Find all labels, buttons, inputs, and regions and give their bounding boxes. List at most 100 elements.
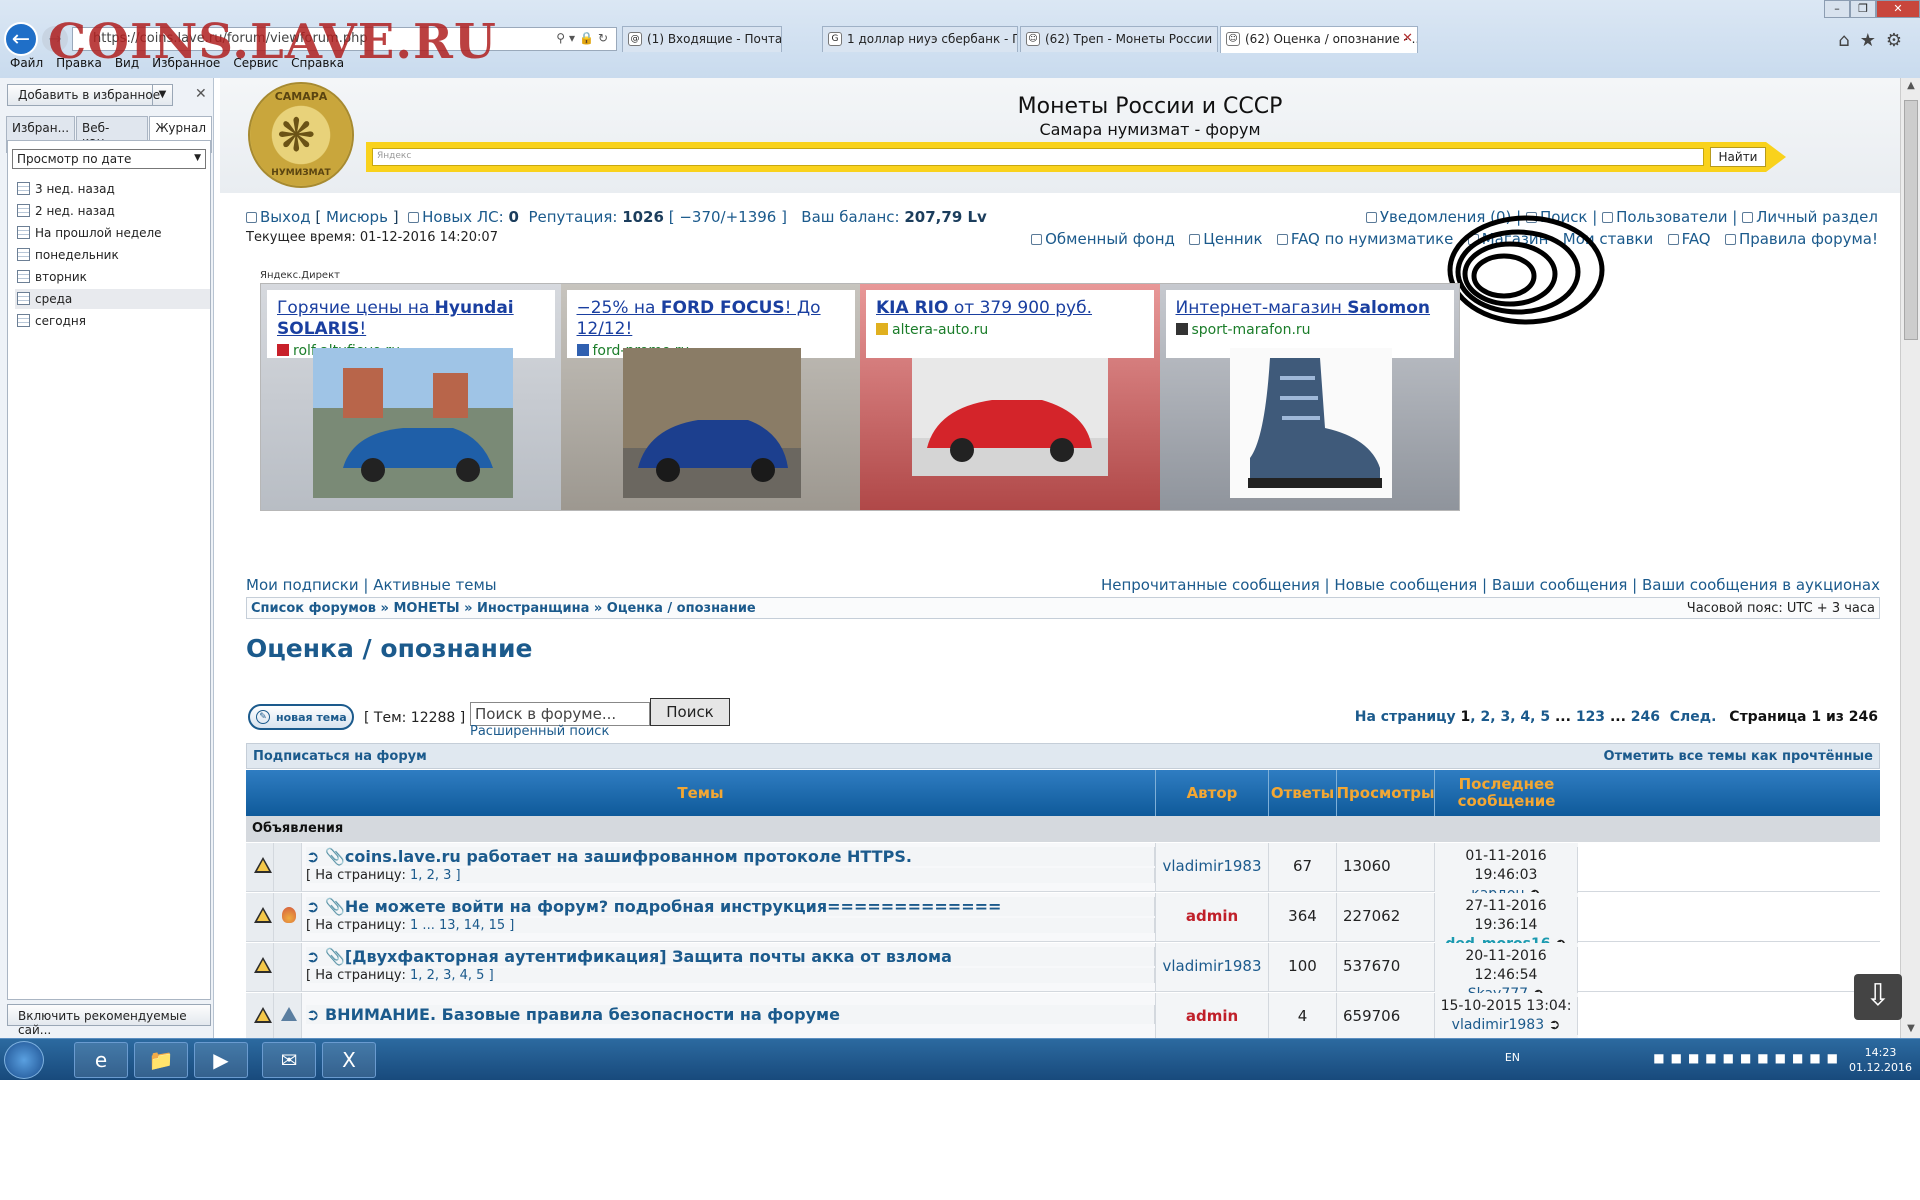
- topic-title[interactable]: ➲ ВНИМАНИЕ. Базовые правила безопасности…: [306, 1005, 1155, 1024]
- rules-link[interactable]: Правила форума!: [1739, 230, 1878, 248]
- users-link[interactable]: Пользователи: [1616, 208, 1727, 226]
- new-posts-link[interactable]: Новые сообщения: [1334, 576, 1477, 594]
- scroll-thumb[interactable]: [1904, 100, 1918, 340]
- history-item[interactable]: сегодня: [15, 311, 210, 331]
- page-link[interactable]: 5: [1540, 709, 1550, 725]
- topic-title[interactable]: ➲ 📎coins.lave.ru работает на зашифрованн…: [306, 847, 1155, 866]
- gear-icon[interactable]: ⚙: [1886, 30, 1912, 51]
- breadcrumb-item[interactable]: Оценка / опознание: [607, 601, 756, 616]
- chevron-down-icon[interactable]: ▼: [152, 85, 172, 105]
- scroll-up-icon[interactable]: ▲: [1901, 80, 1920, 91]
- minimize-icon[interactable]: –: [1824, 0, 1850, 18]
- add-to-favorites-button[interactable]: Добавить в избранное ▼: [7, 84, 173, 106]
- goto-new-icon[interactable]: ➲: [306, 847, 319, 866]
- home-icon[interactable]: ⌂: [1838, 30, 1859, 51]
- ad-title[interactable]: Интернет-магазин Salomon: [1176, 298, 1444, 319]
- address-tools-icon[interactable]: ⚲▾🔒↻: [556, 31, 612, 45]
- history-view-select[interactable]: Просмотр по дате ▼: [12, 149, 206, 169]
- new-pm-link[interactable]: Новых ЛС:: [422, 208, 504, 226]
- start-button[interactable]: [4, 1041, 44, 1079]
- history-item[interactable]: 3 нед. назад: [15, 179, 210, 199]
- topic-author[interactable]: vladimir1983: [1156, 843, 1269, 891]
- ad-kia[interactable]: KIA RIO от 379 900 руб. altera-auto.ru: [860, 284, 1160, 510]
- history-item[interactable]: вторник: [15, 267, 210, 287]
- ad-title[interactable]: KIA RIO от 379 900 руб.: [876, 298, 1144, 319]
- maximize-icon[interactable]: ❐: [1850, 0, 1876, 18]
- topic-title[interactable]: ➲ 📎[Двухфакторная аутентификация] Защита…: [306, 947, 1155, 966]
- breadcrumb-item[interactable]: Список форумов: [251, 601, 376, 616]
- yandex-search-input[interactable]: Яндекс: [372, 148, 1704, 166]
- close-icon[interactable]: ✕: [195, 86, 207, 102]
- pages-links[interactable]: 1, 2, 3, 4, 5 ]: [410, 968, 494, 983]
- numismatics-faq-link[interactable]: FAQ по нумизматике: [1291, 230, 1454, 248]
- unread-link[interactable]: Непрочитанные сообщения: [1101, 576, 1320, 594]
- close-window-icon[interactable]: ✕: [1876, 0, 1920, 18]
- tab-current[interactable]: ☺ (62) Оценка / опознание - ... ✕: [1220, 26, 1418, 53]
- page-title[interactable]: Оценка / опознание: [246, 634, 532, 663]
- topic-title[interactable]: ➲ 📎Не можете войти на форум? подробная и…: [306, 897, 1155, 916]
- ad-domain[interactable]: altera-auto.ru: [876, 322, 1144, 338]
- forum-search-input[interactable]: Поиск в форуме...: [470, 702, 650, 726]
- logout-link[interactable]: Выход: [260, 208, 311, 226]
- tab-trep[interactable]: ☺ (62) Треп - Монеты России и ...: [1020, 26, 1218, 52]
- ad-title[interactable]: −25% на FORD FOCUS! До 12/12!: [577, 298, 845, 340]
- system-tray-icons[interactable]: ■■■■■■■■■■■: [1653, 1051, 1844, 1065]
- faq-link[interactable]: FAQ: [1682, 230, 1711, 248]
- ie-taskbar-icon[interactable]: e: [74, 1042, 128, 1078]
- personal-section-link[interactable]: Личный раздел: [1756, 208, 1878, 226]
- outlook-taskbar-icon[interactable]: ✉: [262, 1042, 316, 1078]
- history-item[interactable]: среда: [15, 289, 210, 309]
- new-topic-button[interactable]: ✎ новая тема: [248, 704, 354, 730]
- goto-new-icon[interactable]: ➲: [306, 947, 319, 966]
- ad-domain[interactable]: sport-marafon.ru: [1175, 322, 1444, 338]
- excel-taskbar-icon[interactable]: X: [322, 1042, 376, 1078]
- clock[interactable]: 14:23 01.12.2016: [1849, 1045, 1912, 1075]
- suggested-sites-button[interactable]: Включить рекомендуемые сай...: [7, 1004, 211, 1037]
- topic-author[interactable]: vladimir1983: [1156, 943, 1269, 991]
- pages-links[interactable]: 1, 2, 3 ]: [410, 868, 461, 883]
- price-link[interactable]: Ценник: [1203, 230, 1262, 248]
- exchange-link[interactable]: Обменный фонд: [1045, 230, 1175, 248]
- goto-new-icon[interactable]: ➲: [306, 1005, 319, 1024]
- page-scrollbar[interactable]: ▲ ▼: [1900, 78, 1920, 1038]
- scroll-down-icon[interactable]: ▼: [1901, 1023, 1920, 1034]
- page-link[interactable]: 4: [1520, 709, 1530, 725]
- page-link[interactable]: 2: [1481, 709, 1491, 725]
- topic-author[interactable]: admin: [1156, 893, 1269, 941]
- page-link[interactable]: 246: [1631, 709, 1660, 725]
- tab-mail[interactable]: @ (1) Входящие - Почта Mail.Ru: [622, 26, 782, 52]
- ad-salomon[interactable]: Интернет-магазин Salomon sport-marafon.r…: [1159, 284, 1459, 510]
- topic-author[interactable]: admin: [1156, 993, 1269, 1038]
- back-button[interactable]: ←: [4, 22, 38, 56]
- breadcrumb-item[interactable]: Иностранщина: [477, 601, 589, 616]
- tab-google[interactable]: G 1 доллар ниуэ сбербанк - По...: [822, 26, 1018, 52]
- page-link[interactable]: 3: [1500, 709, 1510, 725]
- scroll-down-arrow-icon[interactable]: ⇩: [1854, 974, 1902, 1020]
- history-item[interactable]: 2 нед. назад: [15, 201, 210, 221]
- reputation-delta[interactable]: [ −370/+1396 ]: [669, 208, 787, 226]
- forum-search-button[interactable]: Поиск: [650, 698, 730, 726]
- next-page-link[interactable]: След.: [1670, 709, 1717, 725]
- goto-last-icon[interactable]: ➲: [1549, 1017, 1561, 1033]
- username-link[interactable]: Мисюрь: [326, 208, 388, 226]
- ad-hyundai[interactable]: Горячие цены на Hyundai SOLARIS! rolf-al…: [261, 284, 561, 510]
- menu-file[interactable]: Файл: [10, 56, 43, 76]
- last-post-user[interactable]: vladimir1983: [1452, 1017, 1544, 1033]
- close-tab-icon[interactable]: ✕: [1402, 31, 1413, 46]
- explorer-taskbar-icon[interactable]: 📁: [134, 1042, 188, 1078]
- pages-links[interactable]: 1 ... 13, 14, 15 ]: [410, 918, 514, 933]
- yandex-search-button[interactable]: Найти: [1710, 147, 1766, 167]
- goto-new-icon[interactable]: ➲: [306, 897, 319, 916]
- media-taskbar-icon[interactable]: ▶: [194, 1042, 248, 1078]
- active-topics-link[interactable]: Активные темы: [373, 576, 496, 594]
- subscribe-link[interactable]: Подписаться на форум: [253, 749, 427, 764]
- history-item[interactable]: На прошлой неделе: [15, 223, 210, 243]
- ad-ford[interactable]: −25% на FORD FOCUS! До 12/12! ford-promo…: [560, 284, 860, 510]
- auction-posts-link[interactable]: Ваши сообщения в аукционах: [1642, 576, 1880, 594]
- page-link[interactable]: 123: [1576, 709, 1605, 725]
- mark-read-link[interactable]: Отметить все темы как прочтённые: [1604, 749, 1873, 764]
- your-posts-link[interactable]: Ваши сообщения: [1492, 576, 1628, 594]
- advanced-search-link[interactable]: Расширенный поиск: [470, 724, 609, 739]
- ad-title[interactable]: Горячие цены на Hyundai SOLARIS!: [277, 298, 545, 340]
- favorites-star-icon[interactable]: ★: [1860, 30, 1886, 51]
